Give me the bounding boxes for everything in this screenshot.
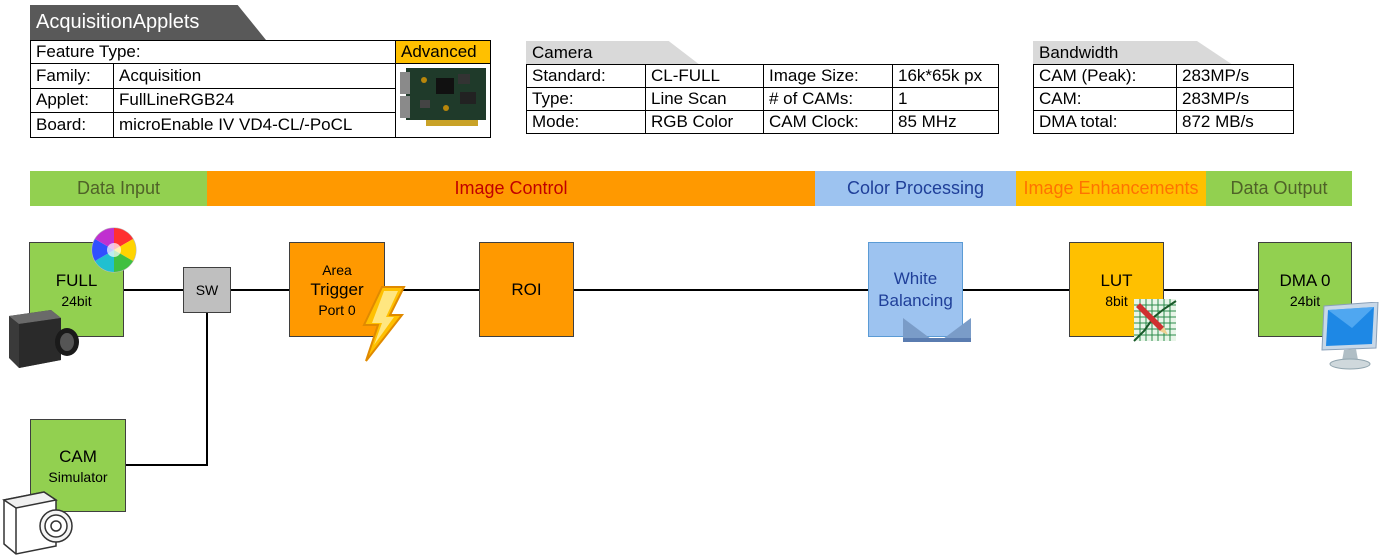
camera-simulator-icon — [2, 491, 73, 555]
trigger-line1: Area — [322, 261, 352, 278]
monitor-icon — [1321, 302, 1379, 370]
white-balancing-line1: White — [893, 268, 938, 288]
lut-label: LUT — [1100, 270, 1133, 290]
color-wheel-icon — [91, 227, 137, 273]
roi-block[interactable]: ROI — [479, 242, 574, 337]
lightning-icon — [362, 286, 406, 362]
cam-simulator-line1: CAM — [59, 446, 97, 466]
trigger-line2: Trigger — [310, 279, 364, 299]
switch-label: SW — [195, 282, 219, 298]
lut-chart-icon — [1133, 299, 1177, 342]
camera-icon — [9, 310, 79, 368]
dma-bitdepth: 24bit — [1289, 292, 1321, 309]
white-balancing-line2: Balancing — [878, 290, 953, 310]
white-balance-scale-icon — [903, 318, 971, 342]
cam-simulator-line2: Simulator — [48, 468, 108, 485]
switch-block[interactable]: SW — [183, 267, 231, 313]
lut-bitdepth: 8bit — [1105, 292, 1128, 309]
trigger-line3: Port 0 — [318, 301, 356, 318]
roi-label: ROI — [511, 279, 542, 299]
dma-label: DMA 0 — [1279, 270, 1331, 290]
